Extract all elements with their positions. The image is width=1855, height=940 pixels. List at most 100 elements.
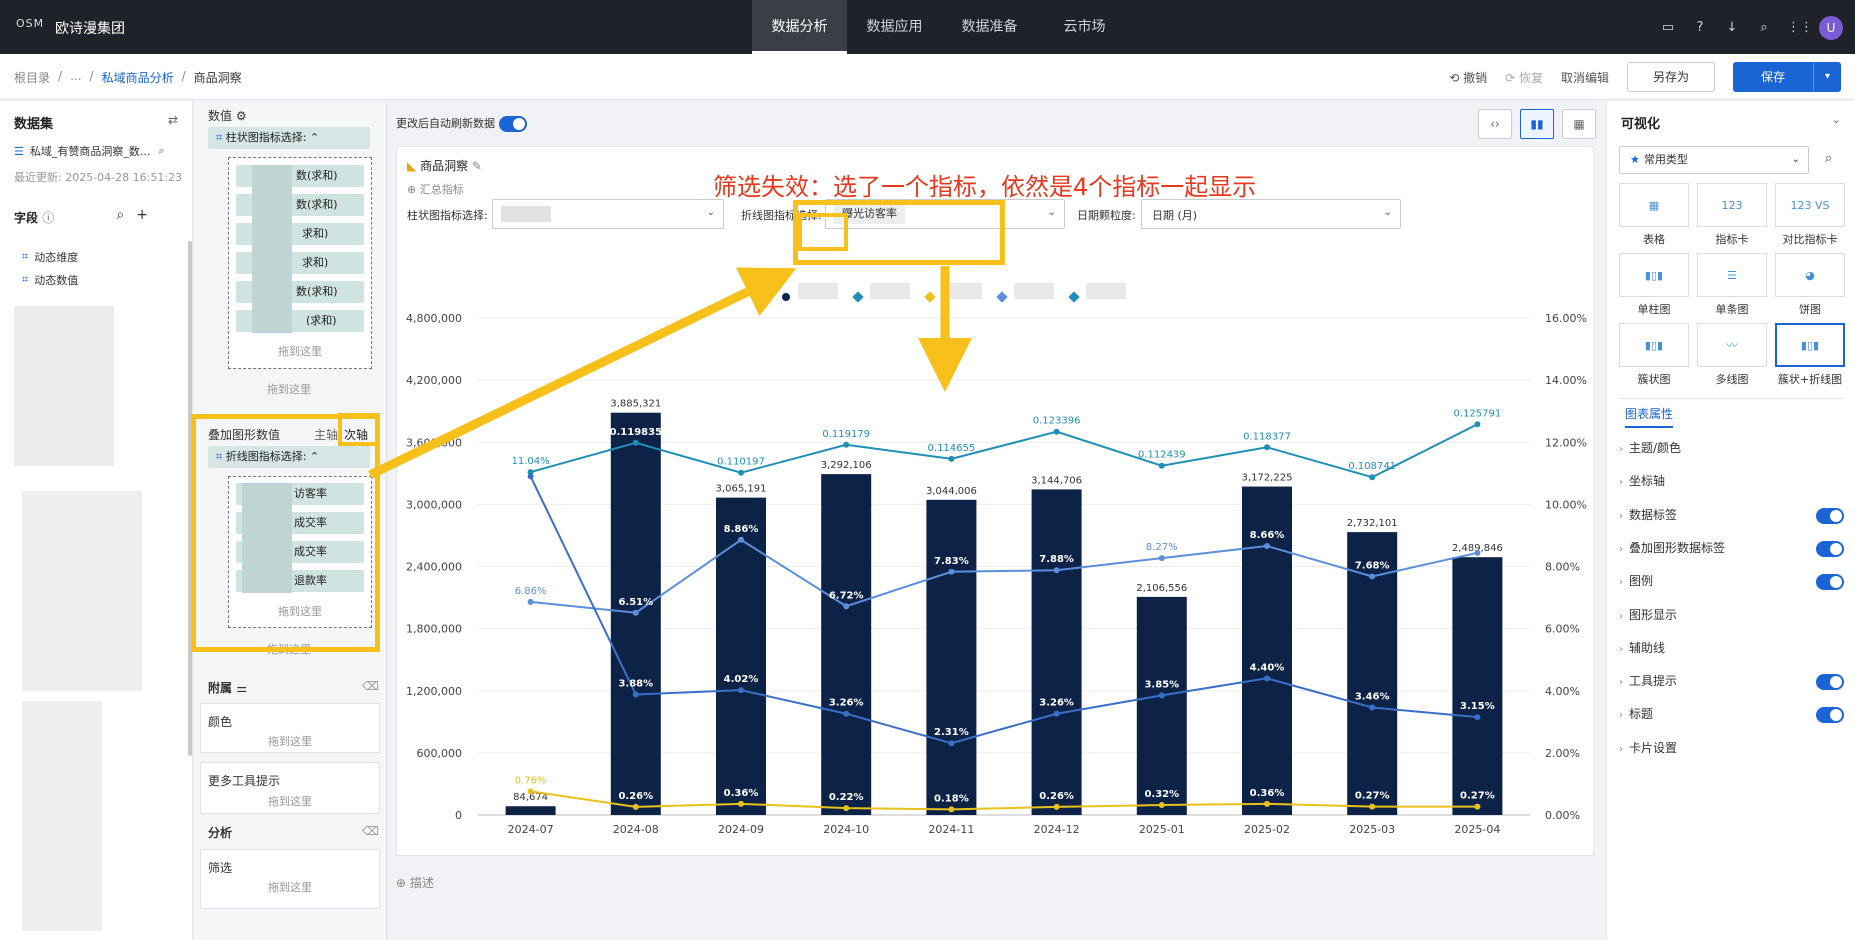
property-row[interactable]: › 辅助线 bbox=[1619, 639, 1844, 659]
series-point bbox=[632, 609, 639, 616]
compare-kpi-icon: 123 VS bbox=[1775, 183, 1845, 227]
chart-type-pie-chart[interactable]: ◕ 饼图 bbox=[1775, 253, 1845, 317]
monitor-icon[interactable]: ▭ bbox=[1659, 19, 1677, 37]
series-data-label: 0.119835 bbox=[610, 427, 663, 438]
chart-type-select[interactable]: ★ 常用类型 ⌄ bbox=[1619, 146, 1809, 174]
series-point bbox=[843, 441, 850, 448]
bar-chart-icon: ☰ bbox=[1697, 253, 1767, 297]
series-data-label: 0.112439 bbox=[1138, 450, 1186, 461]
series-point bbox=[1369, 803, 1376, 810]
chevron-right-icon: › bbox=[1619, 743, 1623, 755]
y2-tick-label: 0.00% bbox=[1545, 809, 1580, 822]
y-tick-label: 600,000 bbox=[417, 747, 463, 760]
series-data-label: 3.26% bbox=[1039, 698, 1074, 709]
chevron-down-icon[interactable]: ▾ bbox=[1813, 62, 1841, 92]
chart-type-label: 表格 bbox=[1643, 233, 1665, 246]
series-data-label: 0.36% bbox=[1250, 788, 1285, 799]
table-icon: ▦ bbox=[1619, 183, 1689, 227]
series-point bbox=[948, 455, 955, 462]
series-data-label: 11.04% bbox=[512, 456, 550, 467]
y-tick-label: 4,200,000 bbox=[406, 374, 462, 387]
x-tick-label: 2025-02 bbox=[1244, 823, 1290, 836]
property-toggle[interactable] bbox=[1816, 574, 1844, 591]
property-row[interactable]: › 卡片设置 bbox=[1619, 739, 1844, 759]
series-point bbox=[843, 603, 850, 610]
y-tick-label: 3,600,000 bbox=[406, 436, 462, 449]
property-label: 卡片设置 bbox=[1629, 740, 1678, 755]
x-tick-label: 2024-12 bbox=[1034, 823, 1080, 836]
y-tick-label: 4,800,000 bbox=[406, 312, 462, 325]
save-label: 保存 bbox=[1760, 70, 1785, 84]
y2-tick-label: 10.00% bbox=[1545, 498, 1587, 511]
series-data-label: 3.46% bbox=[1355, 692, 1390, 703]
property-row[interactable]: › 数据标签 bbox=[1619, 506, 1844, 526]
property-toggle[interactable] bbox=[1816, 540, 1844, 557]
chart-type-kpi-card[interactable]: 123 指标卡 bbox=[1697, 183, 1767, 247]
series-data-label: 0.118377 bbox=[1243, 431, 1291, 442]
property-row[interactable]: › 图形显示 bbox=[1619, 606, 1844, 626]
property-row[interactable]: › 标题 bbox=[1619, 705, 1844, 725]
property-toggle[interactable] bbox=[1816, 507, 1844, 524]
series-data-label: 3.85% bbox=[1144, 679, 1179, 690]
series-point bbox=[1369, 704, 1376, 711]
series-point bbox=[1264, 542, 1270, 549]
property-row[interactable]: › 坐标轴 bbox=[1619, 472, 1844, 492]
property-panel: 可视化 ⌄ ★ 常用类型 ⌄ ⌕ ▦ 表格 123 指标卡 123 VS 对比指标卡 ▮▯▮ 单柱… bbox=[1606, 101, 1855, 940]
y2-tick-label: 4.00% bbox=[1545, 685, 1580, 698]
property-toggle[interactable] bbox=[1816, 674, 1844, 691]
star-icon: ★ bbox=[1630, 153, 1640, 166]
property-label: 图例 bbox=[1629, 574, 1654, 589]
series-point bbox=[1264, 444, 1270, 451]
chart-type-table[interactable]: ▦ 表格 bbox=[1619, 183, 1689, 247]
bar-value-label: 3,172,225 bbox=[1242, 473, 1293, 484]
property-row[interactable]: › 叠加图形数据标签 bbox=[1619, 539, 1844, 559]
x-tick-label: 2024-11 bbox=[928, 823, 974, 836]
y-tick-label: 2,400,000 bbox=[406, 561, 462, 574]
y2-tick-label: 16.00% bbox=[1545, 312, 1587, 325]
save-button[interactable]: 保存 ▾ bbox=[1733, 62, 1841, 92]
collapse-icon[interactable]: ⌄ bbox=[1832, 113, 1841, 126]
bar bbox=[821, 474, 872, 815]
property-label: 辅助线 bbox=[1629, 640, 1666, 655]
divider bbox=[1619, 398, 1844, 399]
series-point bbox=[1158, 692, 1165, 699]
chevron-right-icon: › bbox=[1619, 444, 1623, 455]
avatar[interactable]: U bbox=[1819, 16, 1843, 40]
search-icon[interactable]: ⌕ bbox=[1755, 19, 1773, 37]
download-icon[interactable]: ↓ bbox=[1723, 19, 1741, 37]
chart-type-multi-line[interactable]: 〰多线图 bbox=[1697, 323, 1767, 387]
series-data-label: 7.88% bbox=[1039, 554, 1074, 565]
series-data-label: 8.27% bbox=[1146, 542, 1178, 553]
series-data-label: 6.51% bbox=[618, 597, 653, 608]
series-point bbox=[632, 803, 639, 810]
series-point bbox=[948, 740, 955, 747]
property-toggle[interactable] bbox=[1816, 707, 1844, 724]
annotation-box-line-label bbox=[798, 213, 848, 251]
chart-type-clustered-chart[interactable]: ▮▯▮ 簇状图 bbox=[1619, 323, 1689, 387]
save-as-button[interactable]: 另存为 bbox=[1627, 62, 1715, 92]
tab-chart-properties[interactable]: 图表属性 bbox=[1625, 405, 1674, 428]
property-row[interactable]: › 工具提示 bbox=[1619, 672, 1844, 692]
property-row[interactable]: › 图例 bbox=[1619, 572, 1844, 592]
chevron-right-icon: › bbox=[1619, 643, 1623, 655]
y2-tick-label: 14.00% bbox=[1545, 374, 1587, 387]
series-data-label: 3.88% bbox=[618, 678, 653, 689]
property-row[interactable]: › 主题/颜色 bbox=[1619, 439, 1844, 459]
chart-type-column-chart[interactable]: ▮▯▮ 单柱图 bbox=[1619, 253, 1689, 317]
chart-type-combo-chart[interactable]: ▮▯▮ 簇状+折线图 bbox=[1775, 323, 1845, 387]
chart-type-compare-kpi[interactable]: 123 VS 对比指标卡 bbox=[1775, 183, 1845, 247]
chart-type-bar-chart[interactable]: ☰ 单条图 bbox=[1697, 253, 1767, 317]
series-point bbox=[1474, 714, 1481, 721]
x-tick-label: 2024-10 bbox=[823, 823, 869, 836]
series-data-label: 3.15% bbox=[1460, 701, 1495, 712]
property-label: 主题/颜色 bbox=[1629, 441, 1682, 455]
apps-grid-icon[interactable]: ⋮⋮ bbox=[1787, 19, 1813, 37]
annotation-box-overlay-fields bbox=[191, 414, 380, 652]
series-data-label: 0.32% bbox=[1144, 789, 1179, 800]
chart-type-search-icon[interactable]: ⌕ bbox=[1825, 151, 1832, 166]
series-point bbox=[1474, 549, 1481, 556]
bar-value-label: 3,292,106 bbox=[821, 460, 872, 471]
combo-chart-icon: ▮▯▮ bbox=[1775, 323, 1845, 367]
series-line bbox=[530, 538, 1478, 614]
help-icon[interactable]: ? bbox=[1691, 19, 1709, 37]
